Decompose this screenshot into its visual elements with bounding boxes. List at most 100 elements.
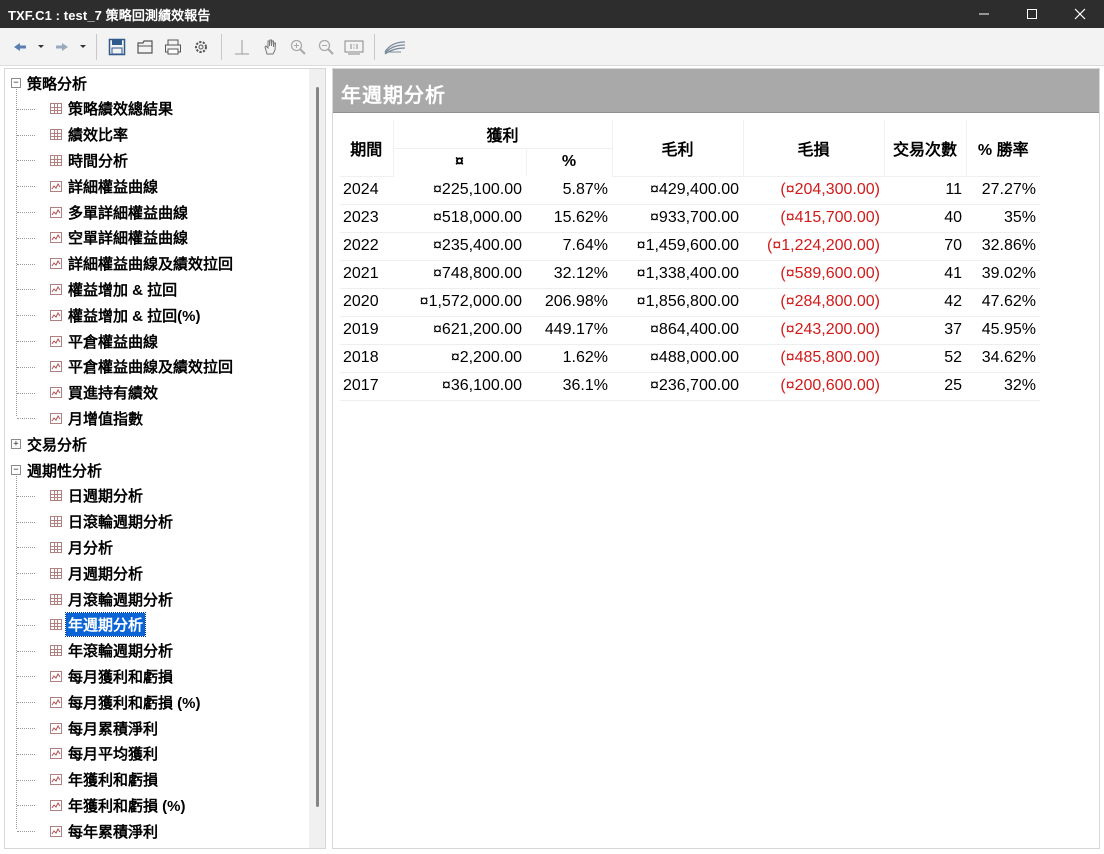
cell-win-rate: 39.02% [966,260,1040,289]
table-row: 2024 ¤225,100.00 5.87% ¤429,400.00 (¤204,300… [340,176,1040,205]
minimize-icon [979,13,989,15]
tree-connector [17,160,35,162]
tree-item[interactable]: 每年累積淨利 [50,819,160,843]
actual-size-button[interactable] [340,33,368,61]
chart-style-button[interactable] [381,33,409,61]
tree-item[interactable]: 空單詳細權益曲線 [50,226,190,250]
collapse-icon[interactable]: − [11,465,21,475]
cell-trades: 52 [884,344,966,373]
tree-item[interactable]: 月週期分析 [50,561,145,585]
tree-item[interactable]: 平倉權益曲線及績效拉回 [50,355,235,379]
cell-gross-loss: (¤589,600.00) [743,260,884,289]
tree-item-label-selected: 年週期分析 [64,612,147,638]
close-button[interactable] [1056,0,1104,28]
header-win-rate: % 勝率 [966,120,1040,177]
cell-profit: ¤2,200.00 [393,344,526,373]
tree-item[interactable]: 每月平均獲利 [50,742,160,766]
cell-gross-loss: (¤243,200.00) [743,316,884,345]
tree-group[interactable]: + 交易分析 [11,432,89,456]
cell-period: 2017 [340,372,393,401]
print-button[interactable] [159,33,187,61]
collapse-icon[interactable]: − [11,78,21,88]
tree-connector [17,237,35,239]
chart-icon [50,206,62,218]
tree-item[interactable]: 買進持有績效 [50,381,160,405]
table-icon [50,516,62,528]
tree-connector [17,108,35,110]
tree-item[interactable]: 策略績效總結果 [50,97,175,121]
tree-connector [17,676,35,678]
settings-button[interactable] [187,33,215,61]
tree-item[interactable]: 每月累積淨利 [50,716,160,740]
table-row: 2018 ¤2,200.00 1.62% ¤488,000.00 (¤485,800.0… [340,344,1040,373]
expand-icon[interactable]: + [11,439,21,450]
zoom-in-button[interactable] [284,33,312,61]
tree-item[interactable]: 月滾輪週期分析 [50,587,175,611]
tree-item-label: 績效比率 [68,127,129,145]
chart-icon [50,387,62,399]
tree-item-label: 日週期分析 [68,488,144,506]
zoom-in-icon [290,39,306,55]
forward-button[interactable] [48,33,76,61]
cell-gross-loss: (¤485,800.00) [743,344,884,373]
tree-item-label: 時間分析 [68,152,129,170]
tree-item[interactable]: 每月獲利和虧損 [50,664,175,688]
save-button[interactable] [103,33,131,61]
tree-item[interactable]: 月增值指數 [50,406,145,430]
tree-item[interactable]: 平倉權益曲線 [50,329,160,353]
tree-item-label: 詳細權益曲線及績效拉回 [68,256,234,274]
crosshair-button[interactable] [228,33,256,61]
back-button[interactable] [6,33,34,61]
tree-group[interactable]: − 策略分析 [11,71,89,95]
folder-icon [137,39,153,54]
cell-gross-profit: ¤429,400.00 [612,176,743,205]
tree-scrollbar-thumb[interactable] [316,87,319,807]
tree-connector [17,341,35,342]
cell-trades: 37 [884,316,966,345]
tree-item[interactable]: 每月獲利和虧損 (%) [50,690,203,714]
tree-connector [17,702,35,704]
cell-win-rate: 32% [966,372,1040,401]
tree-item[interactable]: 多單詳細權益曲線 [50,200,190,224]
header-gross-loss: 毛損 [743,120,885,177]
pan-button[interactable] [256,33,284,61]
tree-item-label: 權益增加 & 拉回(%) [68,307,201,325]
tree-connector [17,547,35,549]
table-body: 2024 ¤225,100.00 5.87% ¤429,400.00 (¤204,300… [340,176,1040,401]
tree-item[interactable]: 年滾輪週期分析 [50,639,175,663]
tree-item[interactable]: 年獲利和虧損 [50,768,160,792]
maximize-button[interactable] [1008,0,1056,28]
tree-item[interactable]: 權益增加 & 拉回 [50,277,179,301]
zoom-out-button[interactable] [312,33,340,61]
tree-item[interactable]: 詳細權益曲線 [50,174,160,198]
open-button[interactable] [131,33,159,61]
tree-item-label: 日滾輪週期分析 [68,514,174,532]
cell-period: 2024 [340,176,393,205]
tree-item[interactable]: 績效比率 [50,123,130,147]
tree-item[interactable]: 年獲利和虧損 (%) [50,793,188,817]
tree-item[interactable]: 年週期分析 [50,612,147,638]
hand-icon [264,39,277,54]
header-trades: 交易次數 [884,120,967,177]
tree-item[interactable]: 日滾輪週期分析 [50,510,175,534]
tree-scrollbar[interactable] [309,69,325,848]
tree-connector [17,366,35,368]
tree-item[interactable]: 月分析 [50,535,115,559]
tree-item[interactable]: 權益增加 & 拉回(%) [50,303,203,327]
tree-item[interactable]: 日週期分析 [50,484,145,508]
tree-item-label: 年獲利和虧損 [68,772,159,790]
cell-profit-pct: 7.64% [526,232,612,261]
back-dropdown-button[interactable] [34,33,48,61]
yearly-analysis-table: 期間 獲利 毛利 毛損 交易次數 % 勝率 ¤ % 2024 ¤225,100.0… [340,120,1040,401]
tree-item[interactable]: 詳細權益曲線及績效拉回 [50,252,235,276]
title-bar: TXF.C1 : test_7 策略回測績效報告 [0,0,1104,28]
forward-dropdown-button[interactable] [76,33,90,61]
tree-item[interactable]: 時間分析 [50,148,130,172]
tree-group[interactable]: − 週期性分析 [11,458,104,482]
maximize-icon [1027,9,1037,19]
tree-connector [16,476,17,830]
table-icon [50,154,62,166]
cell-win-rate: 34.62% [966,344,1040,373]
minimize-button[interactable] [960,0,1008,28]
chart-icon [50,799,62,811]
